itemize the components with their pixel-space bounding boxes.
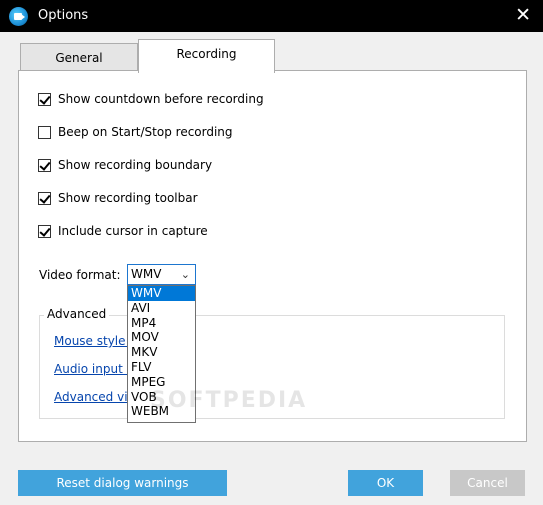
mouse-style-link[interactable]: Mouse style s bbox=[54, 334, 136, 348]
reset-warnings-button[interactable]: Reset dialog warnings bbox=[18, 470, 227, 496]
title-bar: Options ✕ bbox=[0, 0, 543, 32]
close-icon[interactable]: ✕ bbox=[515, 5, 531, 25]
cursor-checkbox[interactable] bbox=[38, 224, 51, 238]
cancel-button[interactable]: Cancel bbox=[450, 470, 525, 496]
window-title: Options bbox=[38, 8, 89, 23]
chevron-down-icon: ⌄ bbox=[180, 268, 190, 281]
format-option-mkv[interactable]: MKV bbox=[128, 345, 195, 360]
advanced-video-link[interactable]: Advanced vid bbox=[54, 390, 135, 404]
cursor-label: Include cursor in capture bbox=[58, 224, 208, 238]
ok-button[interactable]: OK bbox=[348, 470, 423, 496]
video-format-value: WMV bbox=[131, 267, 162, 281]
beep-checkbox[interactable] bbox=[38, 125, 51, 139]
audio-input-link[interactable]: Audio input s bbox=[54, 362, 133, 376]
advanced-group-title: Advanced bbox=[44, 307, 110, 321]
video-format-select[interactable]: WMV ⌄ bbox=[127, 264, 196, 285]
boundary-checkbox[interactable] bbox=[38, 158, 51, 172]
option-countdown[interactable]: Show countdown before recording bbox=[38, 91, 264, 107]
format-option-mp4[interactable]: MP4 bbox=[128, 316, 195, 331]
option-toolbar[interactable]: Show recording toolbar bbox=[38, 190, 198, 206]
beep-label: Beep on Start/Stop recording bbox=[58, 125, 233, 139]
format-option-wmv[interactable]: WMV bbox=[128, 286, 195, 301]
format-option-avi[interactable]: AVI bbox=[128, 301, 195, 316]
tab-recording[interactable]: Recording bbox=[138, 39, 275, 73]
format-option-mov[interactable]: MOV bbox=[128, 330, 195, 345]
countdown-label: Show countdown before recording bbox=[58, 92, 264, 106]
option-beep[interactable]: Beep on Start/Stop recording bbox=[38, 124, 233, 140]
video-format-dropdown: WMV AVI MP4 MOV MKV FLV MPEG VOB WEBM bbox=[127, 285, 196, 423]
toolbar-checkbox[interactable] bbox=[38, 191, 51, 205]
format-option-flv[interactable]: FLV bbox=[128, 360, 195, 375]
format-option-webm[interactable]: WEBM bbox=[128, 404, 195, 419]
option-boundary[interactable]: Show recording boundary bbox=[38, 157, 212, 173]
video-format-label: Video format: bbox=[39, 268, 121, 282]
app-camera-icon bbox=[9, 7, 28, 26]
countdown-checkbox[interactable] bbox=[38, 92, 51, 106]
option-cursor[interactable]: Include cursor in capture bbox=[38, 223, 208, 239]
format-option-vob[interactable]: VOB bbox=[128, 390, 195, 405]
format-option-mpeg[interactable]: MPEG bbox=[128, 375, 195, 390]
toolbar-label: Show recording toolbar bbox=[58, 191, 198, 205]
boundary-label: Show recording boundary bbox=[58, 158, 213, 172]
tab-general[interactable]: General bbox=[20, 43, 138, 73]
